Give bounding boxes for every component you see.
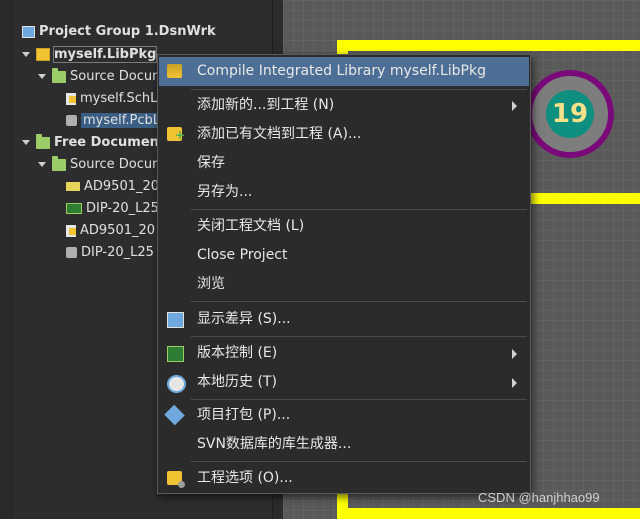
tree-label: Project Group 1.DsnWrk: [39, 24, 216, 39]
pad-19[interactable]: 19: [526, 70, 614, 158]
expand-icon[interactable]: [38, 74, 46, 79]
tree-item-project[interactable]: myself.LibPkg: [22, 45, 158, 65]
tree-label: DIP-20_L25: [86, 201, 159, 216]
pad-number: 19: [546, 90, 594, 138]
pcblib-icon: [66, 115, 77, 126]
context-menu: Compile Integrated Library myself.LibPkg…: [157, 54, 531, 494]
tree-label: Source Docum: [70, 69, 165, 84]
tree-item-project-group[interactable]: Project Group 1.DsnWrk: [22, 22, 216, 42]
menu-item-project-packager[interactable]: 项目打包 (P)...: [159, 401, 529, 430]
submenu-arrow-icon: [512, 378, 517, 388]
menu-item-project-options[interactable]: 工程选项 (O)...: [159, 464, 529, 493]
tree-label: myself.PcbLi: [81, 113, 166, 128]
package-icon: [164, 404, 185, 426]
menu-item-compile[interactable]: Compile Integrated Library myself.LibPkg: [159, 57, 529, 86]
tree-item-free-documents[interactable]: Free Documents: [22, 133, 173, 153]
tree-label: myself.SchLi: [80, 91, 161, 106]
tree-label: AD9501_20: [84, 179, 160, 194]
menu-label: 项目打包 (P)...: [197, 407, 291, 423]
tree-label: myself.LibPkg: [52, 46, 158, 63]
yellow-track-bottom: [337, 508, 640, 519]
tree-item-free-file[interactable]: DIP-20_L25: [66, 199, 159, 219]
add-document-icon: [167, 121, 185, 150]
tree-label: DIP-20_L25: [81, 245, 154, 260]
menu-label: 关闭工程文档 (L): [197, 218, 305, 234]
tree-label: AD9501_20: [80, 223, 156, 238]
menu-separator: [191, 301, 527, 302]
tree-item-schlib[interactable]: myself.SchLi: [66, 89, 161, 109]
dip-component-icon: [66, 203, 82, 214]
version-control-icon: [167, 346, 184, 362]
history-icon: [167, 375, 186, 393]
menu-label: 工程选项 (O)...: [197, 470, 293, 486]
menu-item-svn-library-maker[interactable]: SVN数据库的库生成器...: [159, 430, 529, 459]
submenu-arrow-icon: [512, 349, 517, 359]
pcb-document-icon: [66, 182, 80, 191]
expand-icon[interactable]: [22, 52, 30, 57]
libpkg-icon: [36, 48, 50, 61]
menu-item-add-existing[interactable]: 添加已有文档到工程 (A)...: [159, 120, 529, 150]
menu-item-explore[interactable]: 浏览: [159, 270, 529, 299]
menu-separator: [191, 461, 527, 462]
tree-item-free-file[interactable]: DIP-20_L25: [66, 243, 154, 263]
expand-icon[interactable]: [38, 162, 46, 167]
menu-item-save[interactable]: 保存: [159, 149, 529, 178]
menu-separator: [191, 89, 527, 90]
menu-label: SVN数据库的库生成器...: [197, 436, 352, 452]
menu-label: 添加新的...到工程 (N): [197, 97, 335, 113]
menu-item-version-control[interactable]: 版本控制 (E): [159, 339, 529, 368]
tree-label: Source Docum: [70, 157, 165, 172]
pcblib-icon: [66, 247, 77, 258]
menu-label: 另存为...: [197, 184, 253, 200]
diff-icon: [167, 312, 184, 328]
project-group-icon: [22, 25, 35, 38]
menu-separator: [191, 336, 527, 337]
folder-icon: [52, 155, 66, 171]
folder-icon: [36, 133, 50, 149]
menu-item-close-documents[interactable]: 关闭工程文档 (L): [159, 212, 529, 241]
menu-item-save-as[interactable]: 另存为...: [159, 178, 529, 207]
menu-label: Compile Integrated Library myself.LibPkg: [197, 63, 486, 79]
menu-label: 版本控制 (E): [197, 345, 278, 361]
schlib-icon: [66, 92, 76, 105]
schlib-icon: [66, 224, 76, 237]
submenu-arrow-icon: [512, 101, 517, 111]
menu-label: 浏览: [197, 276, 225, 292]
options-icon: [167, 471, 185, 488]
menu-item-close-project[interactable]: Close Project: [159, 241, 529, 270]
menu-separator: [191, 399, 527, 400]
menu-separator: [191, 209, 527, 210]
menu-item-local-history[interactable]: 本地历史 (T): [159, 368, 529, 397]
tree-item-free-file[interactable]: AD9501_20: [66, 221, 155, 241]
tree-label: Free Documents: [54, 135, 173, 150]
menu-label: 本地历史 (T): [197, 374, 277, 390]
tree-item-source-documents[interactable]: Source Docum: [38, 67, 165, 87]
folder-icon: [52, 67, 66, 83]
menu-label: 显示差异 (S)...: [197, 311, 291, 327]
menu-label: 保存: [197, 155, 225, 171]
tree-item-pcblib[interactable]: myself.PcbLi: [66, 111, 166, 131]
expand-icon[interactable]: [22, 140, 30, 145]
menu-label: Close Project: [197, 247, 288, 263]
tree-item-free-file[interactable]: AD9501_20: [66, 177, 159, 197]
menu-item-show-differences[interactable]: 显示差异 (S)...: [159, 305, 529, 334]
panel-strip: [0, 0, 14, 519]
yellow-track-top: [337, 40, 640, 51]
menu-item-add-new[interactable]: 添加新的...到工程 (N): [159, 91, 529, 120]
yellow-track-middle: [529, 193, 640, 204]
tree-item-free-source-documents[interactable]: Source Docum: [38, 155, 165, 175]
watermark: CSDN @hanjhhao99: [478, 490, 600, 505]
compile-icon: [167, 64, 182, 78]
menu-label: 添加已有文档到工程 (A)...: [197, 126, 362, 142]
